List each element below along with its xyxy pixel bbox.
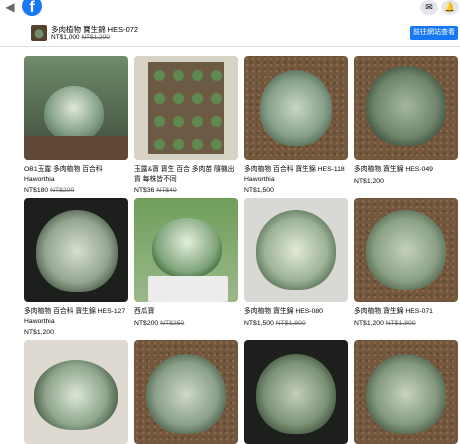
- product-card[interactable]: 多肉植物 寶生錦 HES-071 NT$1,200 NT$1,800: [354, 198, 458, 328]
- product-image[interactable]: [354, 198, 458, 302]
- product-price: NT$200 NT$250: [134, 320, 185, 327]
- product-image[interactable]: [244, 340, 348, 444]
- product-image[interactable]: [354, 340, 458, 444]
- product-name: 多肉植物 寶生錦 HES-071: [354, 308, 433, 315]
- product-name-line2: Haworthia: [24, 318, 55, 325]
- product-card[interactable]: 多肉植物 百合科 寶生錦 HES-127 Haworthia NT$1,200: [24, 198, 128, 337]
- bell-icon[interactable]: 🔔: [441, 0, 459, 15]
- price-old: NT$1,200: [81, 34, 110, 41]
- view-on-website-button[interactable]: 前往網站查看: [410, 26, 458, 40]
- product-image[interactable]: [134, 198, 238, 302]
- product-name: 西瓜寶: [134, 308, 155, 315]
- product-card[interactable]: [24, 340, 128, 444]
- product-image[interactable]: [244, 198, 348, 302]
- product-header: 多肉植物 寶生錦 HES-072 NT$1,000 NT$1,200 前往網站查…: [0, 19, 460, 47]
- product-card[interactable]: [354, 340, 458, 444]
- messenger-icon[interactable]: ✉: [420, 0, 438, 15]
- product-name-line2: 貨 每株皆不同: [134, 176, 177, 183]
- product-price: NT$1,200 NT$1,800: [354, 320, 416, 327]
- product-price: NT$1,000 NT$1,200: [51, 34, 110, 41]
- product-image[interactable]: [24, 340, 128, 444]
- product-name: 多肉植物 百合科 寶生錦 HES-127: [24, 308, 126, 315]
- product-card[interactable]: OB1玉露 多肉植物 百合科 Haworthia NT$180 NT$200: [24, 56, 128, 195]
- product-name: 多肉植物 寶生錦 HES-080: [244, 308, 323, 315]
- product-name-line2: Haworthia: [24, 176, 55, 183]
- product-image[interactable]: [244, 56, 348, 160]
- product-price: NT$1,500 NT$1,800: [244, 320, 306, 327]
- product-image[interactable]: [24, 56, 128, 160]
- product-card[interactable]: 西瓜寶 NT$200 NT$250: [134, 198, 238, 328]
- product-name: 多肉植物 百合科 寶生錦 HES-118: [244, 166, 345, 173]
- product-price: NT$1,500: [244, 187, 274, 194]
- product-name-line2: Haworthia: [244, 176, 275, 183]
- product-card[interactable]: [244, 340, 348, 444]
- product-card[interactable]: 多肉植物 寶生錦 HES-080 NT$1,500 NT$1,800: [244, 198, 348, 328]
- product-name: OB1玉露 多肉植物 百合科: [24, 166, 103, 173]
- top-bar: ◀ f ✉ 🔔: [0, 0, 460, 18]
- product-card[interactable]: 多肉植物 寶生錦 HES-049 NT$1,200: [354, 56, 458, 186]
- product-image[interactable]: [134, 56, 238, 160]
- arrow-left-icon[interactable]: ◀: [3, 0, 17, 14]
- product-card[interactable]: 多肉植物 百合科 寶生錦 HES-118 Haworthia NT$1,500: [244, 56, 348, 195]
- product-thumbnail: [31, 25, 47, 41]
- product-price: NT$1,200: [354, 178, 384, 185]
- product-price: NT$180 NT$200: [24, 187, 75, 194]
- product-image[interactable]: [134, 340, 238, 444]
- product-image[interactable]: [354, 56, 458, 160]
- product-card[interactable]: 玉露&寶 寶生 百合 多肉苗 隨機出 貨 每株皆不同 NT$36 NT$40: [134, 56, 238, 195]
- product-price: NT$36 NT$40: [134, 187, 177, 194]
- product-name: 多肉植物 寶生錦 HES-049: [354, 166, 433, 173]
- product-name: 玉露&寶 寶生 百合 多肉苗 隨機出: [134, 166, 235, 173]
- price-now: NT$1,000: [51, 34, 80, 41]
- product-image[interactable]: [24, 198, 128, 302]
- product-price: NT$1,200: [24, 329, 54, 336]
- product-card[interactable]: [134, 340, 238, 444]
- facebook-logo[interactable]: f: [22, 0, 42, 16]
